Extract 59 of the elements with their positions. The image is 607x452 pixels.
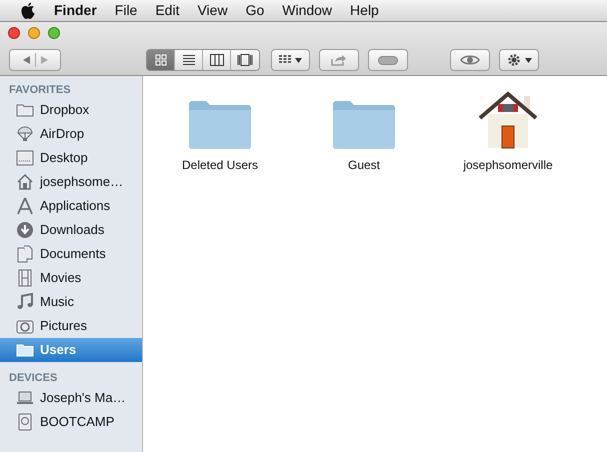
sidebar-item[interactable]: Movies	[0, 266, 142, 290]
caret-icon	[524, 58, 532, 62]
sidebar-section-header: DEVICES	[8, 371, 58, 386]
share-button[interactable]	[319, 49, 359, 71]
music-note-icon	[16, 293, 34, 311]
view-mode-button[interactable]	[203, 50, 231, 70]
house-icon	[16, 173, 34, 191]
caret-icon	[295, 58, 302, 62]
sidebar-item[interactable]: Music	[0, 290, 142, 314]
sidebar-item[interactable]: josephsome…	[0, 170, 142, 194]
eye-icon	[460, 54, 480, 66]
desktop-icon	[16, 149, 34, 167]
view-mode-button[interactable]	[175, 50, 203, 70]
menu-item[interactable]: File	[114, 0, 138, 21]
menu-item[interactable]: Go	[246, 0, 264, 21]
cover-flow-icon	[237, 54, 253, 66]
file-name[interactable]: Guest	[348, 156, 380, 174]
sidebar-item[interactable]: BOOTCAMP	[0, 410, 142, 434]
capsule-icon	[378, 56, 398, 64]
file-name[interactable]: Deleted Users	[182, 156, 258, 174]
house-icon	[476, 90, 540, 150]
gear-icon	[506, 53, 520, 67]
download-icon	[16, 221, 34, 239]
action-button[interactable]	[499, 49, 539, 71]
file-name[interactable]: josephsomerville	[463, 156, 553, 174]
laptop-icon	[16, 389, 34, 407]
list-icon	[182, 54, 194, 66]
close-button[interactable]	[8, 27, 20, 39]
menu-item[interactable]: Help	[350, 0, 379, 21]
sidebar-item[interactable]: Joseph's Ma…	[0, 386, 142, 410]
sidebar-item[interactable]: Pictures	[0, 314, 142, 338]
grid-icon	[154, 54, 166, 66]
parachute-icon	[16, 125, 34, 143]
back-arrow-icon[interactable]	[20, 55, 30, 65]
tag-button[interactable]	[368, 49, 408, 71]
menu-item[interactable]: Window	[282, 0, 332, 21]
minimize-button[interactable]	[28, 27, 40, 39]
arrange-button[interactable]	[271, 49, 310, 71]
view-mode-button[interactable]	[231, 50, 259, 70]
back-forward-control[interactable]	[9, 49, 61, 71]
sidebar-item[interactable]: Dropbox	[0, 98, 142, 122]
sidebar-item[interactable]: Desktop	[0, 146, 142, 170]
sidebar-item[interactable]: Documents	[0, 242, 142, 266]
quick-look-button[interactable]	[450, 49, 490, 71]
apple-logo-icon[interactable]	[20, 2, 36, 20]
share-icon	[331, 54, 347, 66]
menu-item[interactable]: Edit	[155, 0, 180, 21]
zoom-button[interactable]	[48, 27, 60, 39]
sidebar-item[interactable]: Downloads	[0, 218, 142, 242]
grid-icon	[279, 55, 291, 65]
menu-item[interactable]: View	[197, 0, 228, 21]
sidebar-item[interactable]: Applications	[0, 194, 142, 218]
sidebar-item[interactable]: AirDrop	[0, 122, 142, 146]
menu-item[interactable]: Finder	[54, 0, 97, 21]
sidebar-section-header: FAVORITES	[8, 83, 72, 98]
sidebar-item[interactable]: Users	[0, 338, 142, 362]
film-strip-icon	[16, 269, 34, 287]
documents-icon	[16, 245, 34, 263]
columns-icon	[210, 54, 224, 66]
